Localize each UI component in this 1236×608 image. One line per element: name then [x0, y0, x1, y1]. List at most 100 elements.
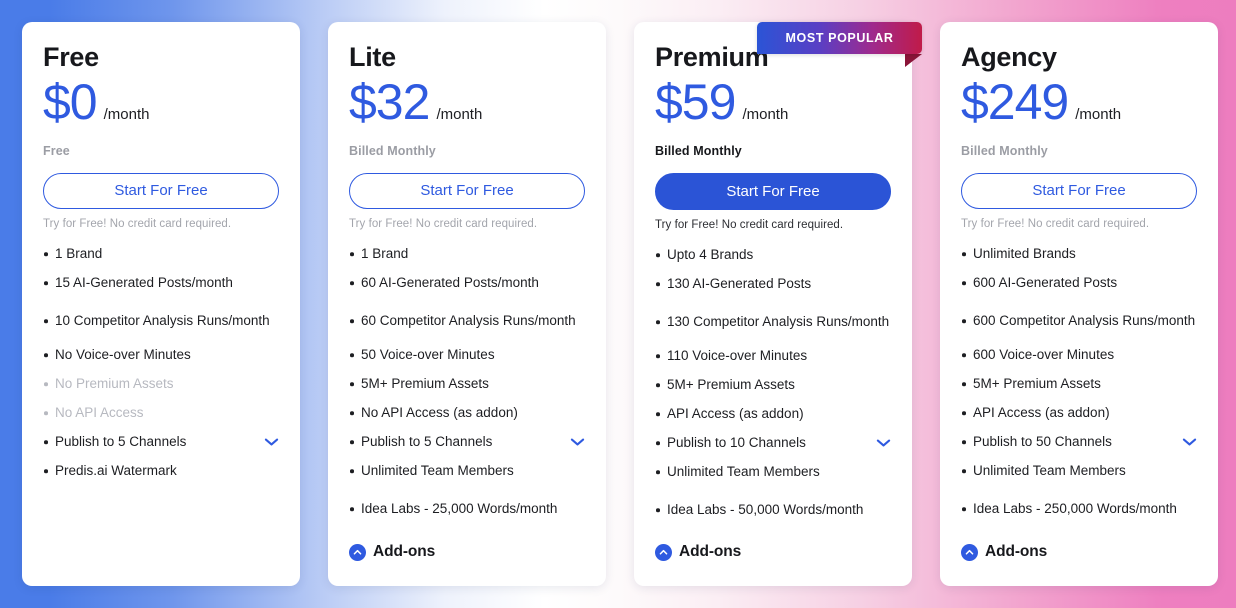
chevron-down-icon[interactable] — [562, 437, 585, 447]
feature-label: Idea Labs - 25,000 Words/month — [361, 501, 558, 517]
feature-label: 600 AI-Generated Posts — [973, 275, 1118, 291]
feature-label: No API Access (as addon) — [361, 405, 518, 421]
chevron-down-icon[interactable] — [868, 438, 891, 448]
feature-item: Idea Labs - 50,000 Words/month — [655, 490, 891, 530]
feature-label: 130 Competitor Analysis Runs/month — [667, 314, 890, 330]
feature-item: Unlimited Brands — [961, 243, 1197, 265]
feature-item: No Voice-over Minutes — [43, 344, 279, 366]
feature-label: Publish to 5 Channels — [361, 434, 493, 450]
feature-item: 5M+ Premium Assets — [349, 373, 585, 395]
feature-item: 5M+ Premium Assets — [961, 373, 1197, 395]
price-row: $249 /month — [961, 77, 1197, 131]
feature-item: Idea Labs - 250,000 Words/month — [961, 489, 1197, 529]
feature-label: API Access (as addon) — [667, 406, 804, 422]
feature-label: Unlimited Team Members — [973, 463, 1126, 479]
addons-toggle[interactable]: Add-ons — [961, 543, 1047, 561]
pricing-card-agency: Agency $249 /month Billed Monthly Start … — [940, 22, 1218, 586]
feature-label: 1 Brand — [361, 246, 409, 262]
chevron-up-circle-icon — [349, 543, 366, 561]
feature-item: 1 Brand — [43, 243, 279, 265]
feature-label: Publish to 5 Channels — [55, 434, 187, 450]
feature-label: Idea Labs - 250,000 Words/month — [973, 501, 1177, 517]
start-for-free-button[interactable]: Start For Free — [655, 173, 891, 211]
feature-item: 15 AI-Generated Posts/month — [43, 272, 279, 294]
feature-label: Predis.ai Watermark — [55, 463, 177, 479]
price-row: $0 /month — [43, 77, 279, 131]
feature-list: 1 Brand 60 AI-Generated Posts/month 60 Com… — [349, 243, 585, 529]
plan-name: Lite — [349, 42, 396, 72]
plan-period: /month — [742, 106, 789, 124]
plan-name: Free — [43, 42, 99, 72]
billing-note: Billed Monthly — [655, 144, 742, 159]
feature-label: 60 Competitor Analysis Runs/month — [361, 313, 576, 329]
start-for-free-button[interactable]: Start For Free — [961, 173, 1197, 210]
chevron-up-circle-icon — [961, 543, 978, 561]
feature-item: API Access (as addon) — [655, 403, 891, 425]
cta-note: Try for Free! No credit card required. — [43, 218, 232, 231]
pricing-card-premium: Premium $59 /month Billed Monthly Start … — [634, 22, 912, 586]
feature-item: Publish to 5 Channels — [43, 431, 279, 453]
feature-label: 10 Competitor Analysis Runs/month — [55, 313, 270, 329]
feature-label: 110 Voice-over Minutes — [667, 348, 808, 364]
feature-item: Publish to 5 Channels — [349, 431, 585, 453]
plan-price: $249 — [961, 74, 1069, 131]
feature-item: Upto 4 Brands — [655, 244, 891, 266]
feature-item: No Premium Assets — [43, 373, 279, 395]
feature-item: Unlimited Team Members — [961, 460, 1197, 482]
chevron-down-icon[interactable] — [1174, 437, 1197, 447]
feature-item: Predis.ai Watermark — [43, 460, 279, 482]
start-for-free-button[interactable]: Start For Free — [349, 173, 585, 210]
feature-label: 600 Competitor Analysis Runs/month — [973, 313, 1196, 329]
plan-price: $0 — [43, 74, 98, 131]
feature-label: No API Access — [55, 405, 144, 421]
start-for-free-button[interactable]: Start For Free — [43, 173, 279, 210]
chevron-down-icon[interactable] — [256, 437, 279, 447]
price-row: $59 /month — [655, 77, 891, 131]
feature-item: 50 Voice-over Minutes — [349, 344, 585, 366]
plan-price: $59 — [655, 74, 736, 131]
cta-note: Try for Free! No credit card required. — [961, 218, 1150, 231]
feature-label: Unlimited Team Members — [361, 463, 514, 479]
billing-note: Free — [43, 144, 70, 159]
feature-label: Idea Labs - 50,000 Words/month — [667, 502, 864, 518]
feature-item: 10 Competitor Analysis Runs/month — [43, 301, 279, 341]
feature-label: 600 Voice-over Minutes — [973, 347, 1115, 363]
feature-label: 1 Brand — [55, 246, 103, 262]
feature-item: 600 Voice-over Minutes — [961, 344, 1197, 366]
feature-label: 5M+ Premium Assets — [973, 376, 1101, 392]
chevron-up-circle-icon — [655, 543, 672, 561]
feature-label: Publish to 50 Channels — [973, 434, 1112, 450]
feature-label: No Premium Assets — [55, 376, 174, 392]
plan-name: Agency — [961, 42, 1057, 72]
feature-label: 50 Voice-over Minutes — [361, 347, 495, 363]
feature-item: 5M+ Premium Assets — [655, 374, 891, 396]
feature-label: Unlimited Brands — [973, 246, 1076, 262]
addons-label: Add-ons — [373, 543, 436, 560]
addons-label: Add-ons — [679, 543, 742, 560]
feature-list: Unlimited Brands 600 AI-Generated Posts 60… — [961, 243, 1197, 529]
feature-item: 130 AI-Generated Posts — [655, 273, 891, 295]
billing-note: Billed Monthly — [349, 144, 436, 159]
feature-label: Publish to 10 Channels — [667, 435, 806, 451]
cta-note: Try for Free! No credit card required. — [349, 218, 538, 231]
feature-item: 600 AI-Generated Posts — [961, 272, 1197, 294]
addons-label: Add-ons — [985, 543, 1048, 560]
plan-period: /month — [436, 106, 483, 124]
plan-price: $32 — [349, 74, 430, 131]
feature-item: No API Access (as addon) — [349, 402, 585, 424]
feature-label: 15 AI-Generated Posts/month — [55, 275, 233, 291]
feature-item: Unlimited Team Members — [349, 460, 585, 482]
feature-item: Idea Labs - 25,000 Words/month — [349, 489, 585, 529]
feature-item: 60 AI-Generated Posts/month — [349, 272, 585, 294]
feature-list: Upto 4 Brands 130 AI-Generated Posts 130 C… — [655, 244, 891, 530]
addons-toggle[interactable]: Add-ons — [349, 543, 435, 561]
feature-label: 5M+ Premium Assets — [667, 377, 795, 393]
feature-item: No API Access — [43, 402, 279, 424]
feature-item: Unlimited Team Members — [655, 461, 891, 483]
feature-item: 110 Voice-over Minutes — [655, 345, 891, 367]
feature-item: 600 Competitor Analysis Runs/month — [961, 301, 1197, 341]
feature-item: Publish to 50 Channels — [961, 431, 1197, 453]
most-popular-badge: MOST POPULAR — [757, 22, 922, 54]
addons-toggle[interactable]: Add-ons — [655, 543, 741, 561]
pricing-board: Free $0 /month Free Start For Free Try f… — [0, 0, 1236, 608]
